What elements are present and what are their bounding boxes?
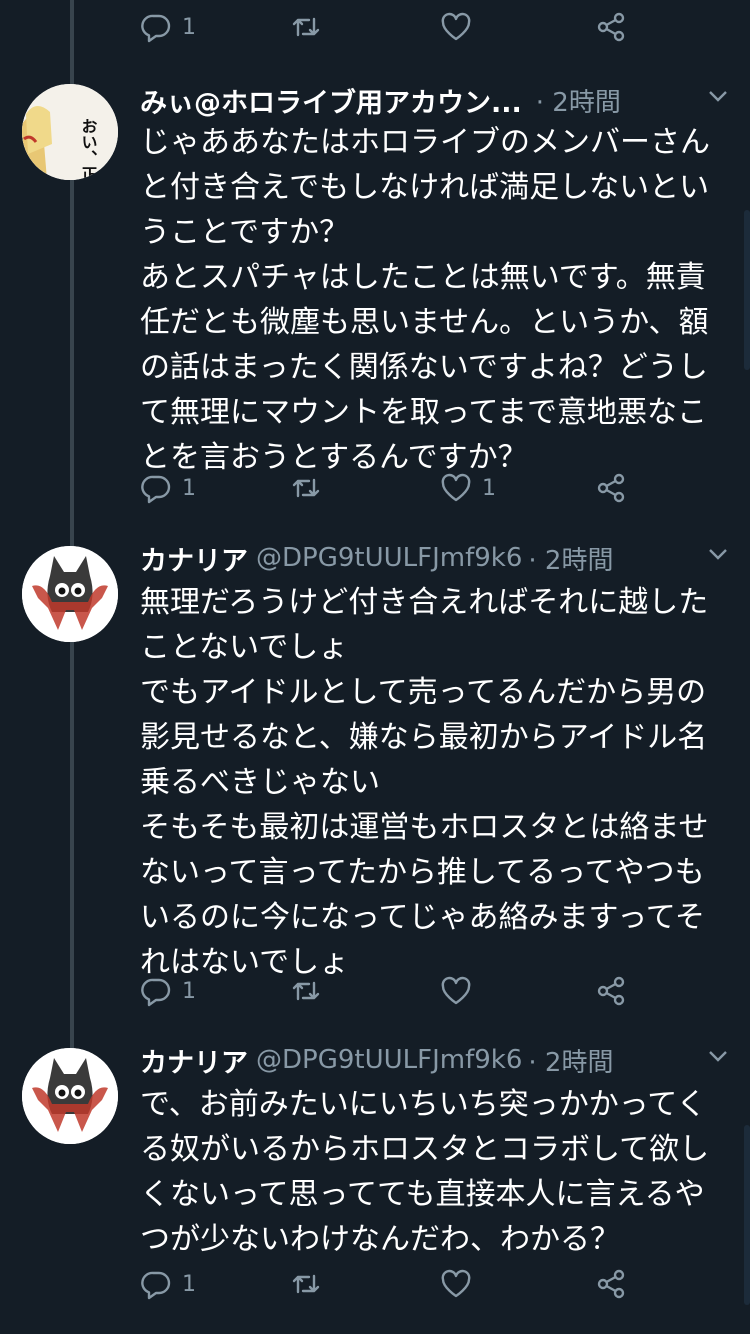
reply-count: 1 (182, 475, 196, 501)
tweet-line: る奴がいるからホロスタとコラボして欲し (140, 1132, 710, 1167)
share-button[interactable] (595, 966, 627, 1016)
tweet-actions: 1 (140, 2, 660, 52)
share-icon (597, 976, 625, 1006)
reply-count: 1 (182, 1271, 196, 1297)
chevron-down-icon[interactable] (706, 1044, 730, 1068)
reply-icon (141, 475, 171, 504)
reply-count: 1 (182, 14, 196, 40)
heart-icon (441, 12, 471, 41)
reply-button[interactable]: 1 (140, 463, 196, 513)
retweet-button[interactable] (290, 463, 332, 513)
tweet-line: あとスパチャはしたことは無いです。無責 (140, 260, 706, 295)
retweet-button[interactable] (290, 966, 332, 1016)
user-handle[interactable]: @DPG9tUULFJmf9k6 (256, 543, 522, 573)
display-name[interactable]: カナリア (140, 539, 248, 578)
display-name[interactable]: みぃ@ホロライブ用アカウン... (140, 81, 522, 120)
scrollbar[interactable] (744, 210, 750, 370)
like-button[interactable]: 1 (440, 463, 496, 513)
share-button[interactable] (595, 2, 627, 52)
tweet-line: ないって言ってたから推してるってやつも (140, 855, 705, 890)
share-icon (597, 1269, 625, 1299)
tweet-line: 影見せるなと、嫌なら最初からアイドル名 (140, 720, 708, 755)
tweet-text: じゃああなたはホロライブのメンバーさん と付き合えでもしなければ満足しないとい … (140, 120, 730, 480)
timestamp[interactable]: · 2時間 (536, 82, 621, 119)
tweet-line: 無理だろうけど付き合えればそれに越した (140, 585, 709, 620)
tweet-line: ことないでしょ (140, 630, 349, 665)
chevron-down-icon[interactable] (706, 542, 730, 566)
reply-icon (141, 1271, 171, 1300)
like-button[interactable] (440, 1259, 482, 1309)
tweet-line: でもアイドルとして売ってるんだから男の (140, 675, 707, 710)
tweet-line: つが少ないわけなんだわ、わかる？ (140, 1222, 620, 1257)
tweet-text: で、お前みたいにいちいち突っかかってく る奴がいるからホロスタとコラボして欲し … (140, 1082, 730, 1262)
retweet-button[interactable] (290, 2, 332, 52)
scrollbar[interactable] (744, 1125, 750, 1305)
tweet-line: うことですか？ (140, 215, 350, 250)
share-icon (597, 473, 625, 503)
tweet-actions: 1 1 (140, 463, 660, 513)
tweet-line: じゃああなたはホロライブのメンバーさん (140, 125, 710, 160)
reply-button[interactable]: 1 (140, 1259, 196, 1309)
like-count: 1 (482, 475, 496, 501)
heart-icon (441, 976, 471, 1005)
tweet-line: いるのに今になってじゃあ絡みますってそ (140, 900, 705, 935)
user-handle[interactable]: @DPG9tUULFJmf9k6 (256, 1045, 522, 1075)
tweet-line: で、お前みたいにいちいち突っかかってく (140, 1087, 707, 1122)
retweet-icon (292, 17, 320, 37)
heart-icon (441, 1269, 471, 1298)
reply-button[interactable]: 1 (140, 2, 196, 52)
tweet-header: カナリア @DPG9tUULFJmf9k6 · 2時間 (140, 1040, 730, 1080)
tweet-line: くないって思ってても直接本人に言えるや (140, 1177, 705, 1212)
share-button[interactable] (595, 463, 627, 513)
black-cat-avatar-icon[interactable] (22, 1048, 118, 1144)
retweet-icon (292, 1274, 320, 1294)
tweet-header: みぃ@ホロライブ用アカウン... · 2時間 (140, 80, 730, 120)
retweet-button[interactable] (290, 1259, 332, 1309)
share-button[interactable] (595, 1259, 627, 1309)
like-button[interactable] (440, 2, 482, 52)
reply-count: 1 (182, 978, 196, 1004)
tweet-line: の話はまったく関係ないですよね？どうし (140, 350, 708, 385)
tweet-line: と付き合えでもしなければ満足しないとい (140, 170, 710, 205)
tweet-text: 無理だろうけど付き合えればそれに越した ことないでしょ でもアイドルとして売って… (140, 580, 730, 985)
tweet-header: カナリア @DPG9tUULFJmf9k6 · 2時間 (140, 538, 730, 578)
chevron-down-icon[interactable] (706, 84, 730, 108)
tweet-line: そもそも最初は運営もホロスタとは絡ませ (140, 810, 709, 845)
timestamp[interactable]: · 2時間 (528, 540, 613, 577)
tweet-line: て無理にマウントを取ってまで意地悪なこ (140, 395, 707, 430)
retweet-icon (292, 981, 320, 1001)
black-cat-avatar-icon[interactable] (22, 546, 118, 642)
reply-button[interactable]: 1 (140, 966, 196, 1016)
reply-icon (141, 978, 171, 1007)
heart-icon (441, 473, 471, 502)
tweet-line: 乗るべきじゃない (140, 765, 380, 800)
tweet-line: 任だとも微塵も思いません。というか、額 (140, 305, 709, 340)
svg-text:おい、正気か？: おい、正気か？ (79, 118, 98, 180)
tweet-actions: 1 (140, 966, 660, 1016)
like-button[interactable] (440, 966, 482, 1016)
timestamp[interactable]: · 2時間 (528, 1042, 613, 1079)
share-icon (597, 12, 625, 42)
reply-icon (141, 14, 171, 43)
manga-avatar-icon[interactable]: おい、正気か？ (22, 84, 118, 180)
tweet-actions: 1 (140, 1259, 660, 1309)
retweet-icon (292, 478, 320, 498)
display-name[interactable]: カナリア (140, 1041, 248, 1080)
